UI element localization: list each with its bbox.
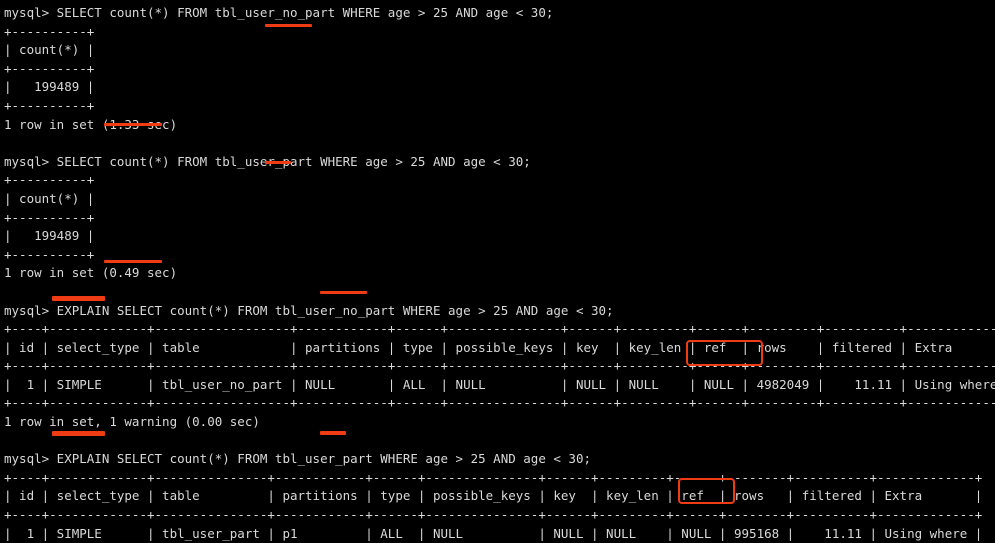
spacer [4,134,995,153]
command-line: mysql> SELECT count(*) FROM tbl_user_par… [4,153,531,169]
status-line: 1 row in set (1.33 sec) [4,116,178,132]
table-row: | 1 | SIMPLE | tbl_user_no_part | NULL |… [4,376,995,392]
table-separator: +----+-------------+------------------+-… [4,358,995,374]
table-separator: +----------+ [4,60,95,76]
status-line: 1 row in set (0.49 sec) [4,265,178,281]
table-separator: +----+-------------+------------------+-… [4,321,995,337]
table-separator: +----+-------------+---------------+----… [4,507,983,523]
spacer [4,283,995,302]
table-separator: +----------+ [4,246,95,262]
status-line: 1 row in set, 1 warning (0.00 sec) [4,414,260,430]
table-row: | 199489 | [4,228,95,244]
table-row: | 1 | SIMPLE | tbl_user_part | p1 | ALL … [4,525,983,541]
table-header: | count(*) | [4,42,95,58]
table-header: | id | select_type | table | partitions … [4,488,983,504]
terminal-window: mysql> SELECT count(*) FROM tbl_user_no_… [0,0,995,543]
table-separator: +----+-------------+---------------+----… [4,469,983,485]
spacer [4,432,995,451]
command-line: mysql> SELECT count(*) FROM tbl_user_no_… [4,5,554,20]
table-header: | count(*) | [4,190,95,206]
table-separator: +----------+ [4,209,95,225]
table-separator: +----+-------------+------------------+-… [4,395,995,411]
table-row: | 199489 | [4,79,95,95]
table-header: | id | select_type | table | partitions … [4,339,995,355]
command-line: mysql> EXPLAIN SELECT count(*) FROM tbl_… [4,451,591,467]
table-separator: +----------+ [4,172,95,188]
table-separator: +----------+ [4,97,95,113]
command-line: mysql> EXPLAIN SELECT count(*) FROM tbl_… [4,302,614,318]
table-separator: +----------+ [4,23,95,39]
